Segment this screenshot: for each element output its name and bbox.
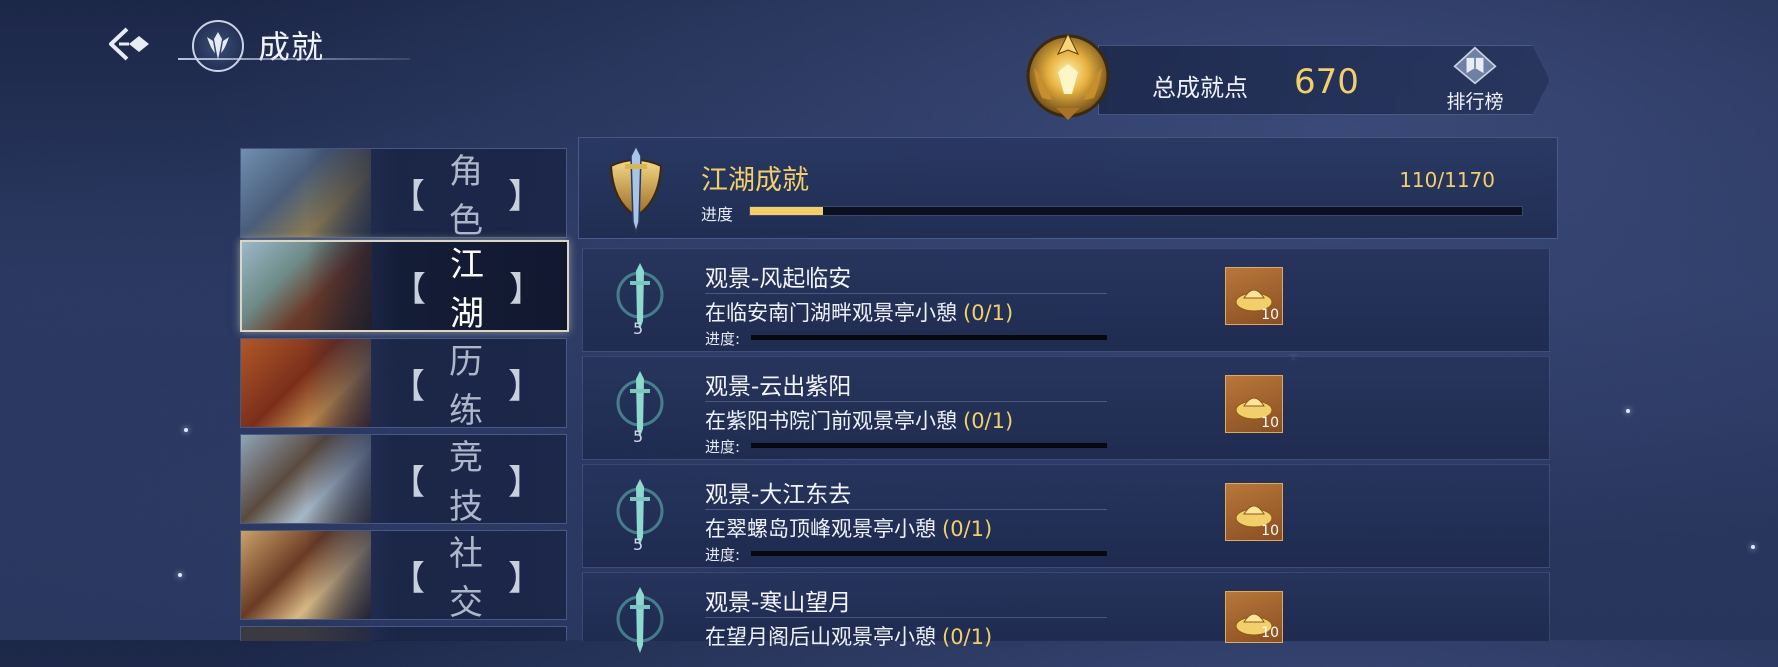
reward-quantity: 10	[1261, 307, 1279, 323]
achievement-progress: (0/1)	[963, 409, 1014, 433]
category-tab-training[interactable]: 【历练】	[240, 338, 567, 428]
back-arrow-icon	[109, 27, 149, 61]
reward-quantity: 10	[1261, 625, 1279, 641]
achievement-row[interactable]: 5 观景-云出紫阳 在紫阳书院门前观景亭小憩 (0/1) 进度: 10	[582, 356, 1550, 460]
achievement-progress-bar	[751, 443, 1107, 448]
star-decoration	[184, 428, 188, 432]
summary-progress-fill	[750, 207, 823, 215]
summary-progress-label: 进度	[701, 205, 734, 224]
achievement-name: 观景-大江东去	[705, 482, 852, 508]
achievement-name: 观景-寒山望月	[705, 590, 852, 616]
category-label: 角色	[449, 152, 487, 238]
category-tab-arena[interactable]: 【竞技】	[240, 434, 567, 524]
category-tab-more[interactable]	[240, 626, 567, 641]
star-decoration	[178, 573, 182, 577]
category-label: 社交	[449, 534, 487, 620]
category-tab-social[interactable]: 【社交】	[240, 530, 567, 620]
achievement-emblem-icon	[192, 20, 244, 72]
gold-medal-icon	[1012, 20, 1124, 130]
achievement-desc: 在紫阳书院门前观景亭小憩 (0/1)	[705, 409, 1014, 433]
achievement-name: 观景-风起临安	[705, 266, 852, 292]
title-underline	[178, 58, 410, 60]
achievement-row[interactable]: 5 观景-大江东去 在翠螺岛顶峰观景亭小憩 (0/1) 进度: 10	[582, 464, 1550, 568]
leaderboard-label: 排行榜	[1446, 91, 1504, 113]
back-button[interactable]	[104, 24, 152, 64]
page-title: 成就	[258, 28, 325, 66]
reward-item[interactable]: 10	[1225, 375, 1283, 433]
jade-sword-icon	[616, 587, 664, 653]
achievement-progress-label: 进度:	[705, 546, 741, 564]
achievement-desc: 在望月阁后山观景亭小憩 (0/1)	[705, 625, 993, 649]
category-tab-jianghu[interactable]: 【江湖】	[240, 240, 569, 332]
leaderboard-button[interactable]: 排行榜	[1440, 46, 1510, 114]
reward-quantity: 10	[1261, 523, 1279, 539]
achievement-row[interactable]: 5 观景-风起临安 在临安南门湖畔观景亭小憩 (0/1) 进度: 10	[582, 248, 1550, 352]
summary-count: 110/1170	[1399, 168, 1495, 192]
achievement-name: 观景-云出紫阳	[705, 374, 852, 400]
category-tab-character[interactable]: 【角色】	[240, 148, 567, 238]
summary-title: 江湖成就	[701, 165, 809, 196]
star-decoration	[1751, 545, 1755, 549]
category-label: 历练	[449, 342, 487, 428]
category-label: 江湖	[450, 245, 488, 332]
achievement-progress: (0/1)	[963, 301, 1014, 325]
summary-progress-bar	[749, 206, 1523, 216]
achievement-progress-label: 进度:	[705, 438, 741, 456]
achievement-desc: 在翠螺岛顶峰观景亭小憩 (0/1)	[705, 517, 993, 541]
achievement-progress-label: 进度:	[705, 330, 741, 348]
achievement-progress-bar	[751, 335, 1107, 340]
achievement-row[interactable]: 观景-寒山望月 在望月阁后山观景亭小憩 (0/1) 10	[582, 572, 1550, 653]
achievement-points: 5	[633, 535, 644, 554]
reward-item[interactable]: 10	[1225, 267, 1283, 325]
sword-shield-emblem-icon	[609, 144, 663, 234]
achievement-points: 5	[633, 319, 644, 338]
star-decoration	[1626, 409, 1630, 413]
reward-quantity: 10	[1261, 415, 1279, 431]
leaderboard-icon	[1453, 46, 1497, 85]
achievement-points: 5	[633, 427, 644, 446]
total-points-value: 670	[1294, 62, 1359, 102]
total-points-label: 总成就点	[1152, 74, 1248, 102]
reward-item[interactable]: 10	[1225, 483, 1283, 541]
achievement-desc: 在临安南门湖畔观景亭小憩 (0/1)	[705, 301, 1014, 325]
category-summary: 江湖成就 110/1170 进度	[578, 137, 1558, 239]
reward-item[interactable]: 10	[1225, 591, 1283, 643]
category-label: 竞技	[449, 438, 487, 524]
achievement-progress: (0/1)	[942, 517, 993, 541]
achievement-progress: (0/1)	[942, 625, 993, 649]
achievement-progress-bar	[751, 551, 1107, 556]
